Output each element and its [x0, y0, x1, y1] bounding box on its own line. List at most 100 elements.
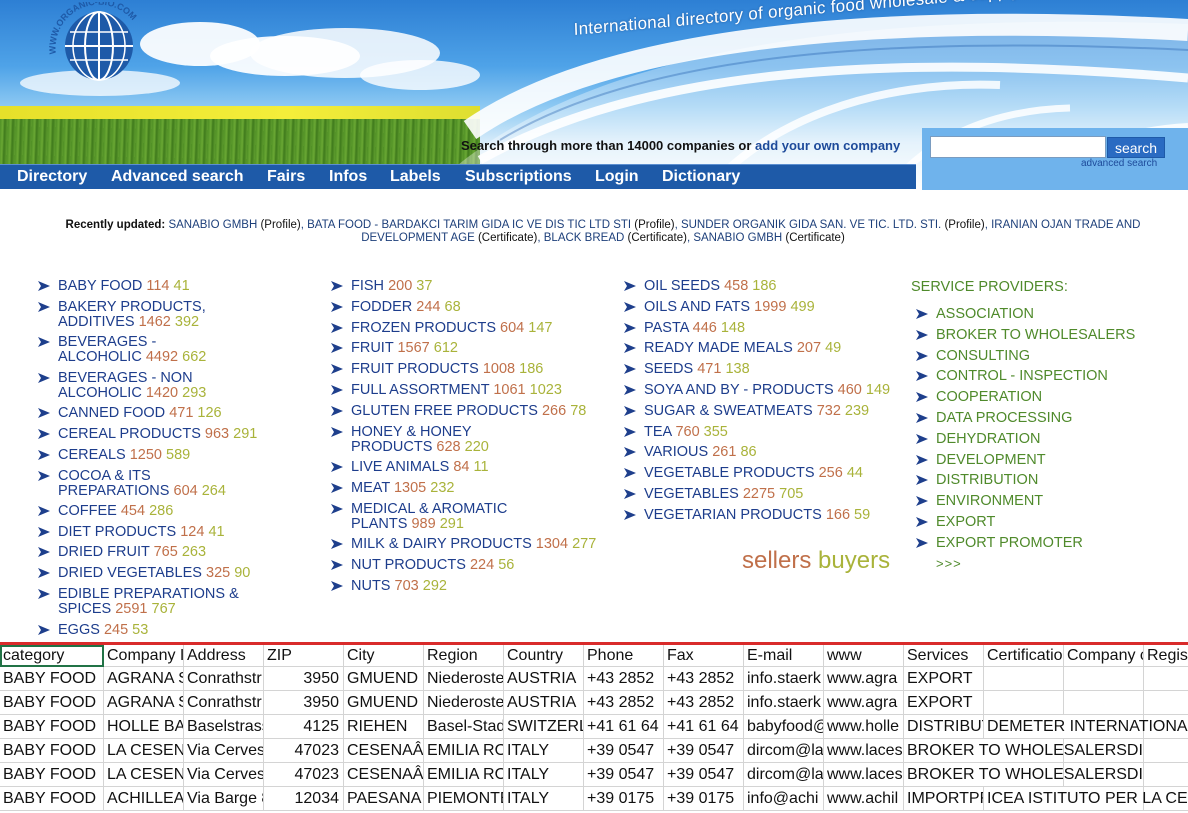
sheet-cell[interactable] [1064, 667, 1144, 691]
category-name[interactable]: FRUIT [351, 340, 393, 356]
sheet-cell[interactable]: BROKER TO WHOLESALERSDISTRIBUTI [904, 739, 1144, 763]
buyers-count[interactable]: 68 [445, 299, 461, 315]
buyers-count[interactable]: 49 [825, 340, 841, 356]
category-name[interactable]: CEREAL PRODUCTS [58, 426, 201, 442]
service-name[interactable]: CONTROL - INSPECTION [936, 368, 1108, 384]
sellers-count[interactable]: 124 [180, 524, 204, 540]
sheet-cell[interactable]: +43 2852 [584, 667, 664, 691]
sheet-cell[interactable]: +39 0175 [584, 787, 664, 811]
sellers-count[interactable]: 207 [797, 340, 821, 356]
sheet-cell[interactable]: ITALY [504, 787, 584, 811]
category-item[interactable]: BEVERAGES - ALCOHOLIC 4492 662 [38, 335, 206, 365]
category-item[interactable]: EDIBLE PREPARATIONS & SPICES 2591 767 [38, 587, 239, 617]
category-name[interactable]: BABY FOOD [58, 278, 142, 294]
category-name[interactable]: OILS AND FATS [644, 299, 750, 315]
recent-item[interactable]: SANABIO GMBH (Certificate) [693, 232, 844, 244]
sheet-cell[interactable]: +41 61 64 [664, 715, 744, 739]
category-item[interactable]: DRIED VEGETABLES 325 90 [38, 565, 250, 581]
more-services-link[interactable]: >>> [936, 556, 962, 571]
recent-company-link[interactable]: BLACK BREAD [544, 232, 625, 244]
category-item[interactable]: MEAT 1305 232 [331, 480, 454, 496]
sheet-cell[interactable]: 47023 [264, 739, 344, 763]
category-name[interactable]: COFFEE [58, 503, 117, 519]
sheet-cell[interactable]: +43 2852 [584, 691, 664, 715]
category-item[interactable]: VEGETARIAN PRODUCTS 166 59 [624, 508, 870, 523]
sellers-count[interactable]: 2275 [743, 486, 775, 502]
category-item[interactable]: CEREAL PRODUCTS 963 291 [38, 426, 257, 442]
category-item[interactable]: FRUIT PRODUCTS 1008 186 [331, 361, 543, 377]
recent-item[interactable]: SANABIO GMBH (Profile) [168, 219, 300, 231]
category-item[interactable]: FRUIT 1567 612 [331, 340, 458, 356]
sellers-count[interactable]: 325 [206, 565, 230, 581]
sheet-cell[interactable]: AGRANA S [104, 691, 184, 715]
service-provider-item[interactable]: EXPORT PROMOTER [916, 536, 1083, 551]
sellers-count[interactable]: 1061 [493, 382, 525, 398]
sheet-cell[interactable]: DISTRIBUT [904, 715, 984, 739]
category-item[interactable]: NUT PRODUCTS 224 56 [331, 558, 514, 573]
sheet-cell[interactable]: Via Barge 8 [184, 787, 264, 811]
sheet-cell[interactable]: Via Cerves [184, 763, 264, 787]
sheet-cell[interactable]: PAESANA [344, 787, 424, 811]
category-item[interactable]: SOYA AND BY - PRODUCTS 460 149 [624, 382, 890, 398]
recent-company-link[interactable]: BATA FOOD - BARDAKCI TARIM GIDA IC VE DI… [307, 219, 631, 231]
category-item[interactable]: VEGETABLE PRODUCTS 256 44 [624, 466, 863, 481]
sheet-cell[interactable]: 47023 [264, 763, 344, 787]
recent-item[interactable]: BATA FOOD - BARDAKCI TARIM GIDA IC VE DI… [307, 219, 674, 231]
sheet-header-cell[interactable]: ZIP [264, 645, 344, 667]
sheet-cell[interactable]: ITALY [504, 763, 584, 787]
sellers-count[interactable]: 454 [121, 503, 145, 519]
sheet-cell[interactable]: +39 0547 [664, 739, 744, 763]
sheet-cell[interactable]: AUSTRIA [504, 667, 584, 691]
sellers-count[interactable]: 1304 [536, 536, 568, 552]
sheet-cell[interactable]: RIEHEN [344, 715, 424, 739]
category-item[interactable]: MILK & DAIRY PRODUCTS 1304 277 [331, 536, 596, 552]
service-provider-item[interactable]: EXPORT [916, 514, 995, 530]
service-provider-item[interactable]: DATA PROCESSING [916, 411, 1072, 426]
sheet-header-cell[interactable]: E-mail [744, 645, 824, 667]
category-name[interactable]: FODDER [351, 299, 412, 315]
category-name[interactable]: SEEDS [644, 361, 693, 377]
category-item[interactable]: GLUTEN FREE PRODUCTS 266 78 [331, 403, 586, 419]
sellers-count[interactable]: 604 [500, 320, 524, 336]
sheet-cell[interactable]: www.laces [824, 763, 904, 787]
sheet-header-cell[interactable]: Phone [584, 645, 664, 667]
category-name[interactable]: SOYA AND BY - PRODUCTS [644, 382, 834, 398]
buyers-count[interactable]: 392 [175, 314, 199, 330]
sheet-cell[interactable]: EXPORT [904, 691, 984, 715]
category-name[interactable]: FRUIT PRODUCTS [351, 361, 479, 377]
sheet-cell[interactable]: dircom@la [744, 763, 824, 787]
category-name[interactable]: MILK & DAIRY PRODUCTS [351, 536, 532, 552]
category-name-continued[interactable]: ALCOHOLIC [58, 385, 142, 401]
category-name-continued[interactable]: PLANTS [351, 516, 407, 532]
category-item[interactable]: DRIED FRUIT 765 263 [38, 545, 206, 560]
sellers-count[interactable]: 244 [416, 299, 440, 315]
sheet-cell[interactable]: www.laces [824, 739, 904, 763]
service-provider-item[interactable]: DISTRIBUTION [916, 473, 1038, 488]
category-item[interactable]: VARIOUS 261 86 [624, 444, 757, 460]
advanced-search-link[interactable]: advanced search [1081, 158, 1157, 169]
sheet-cell[interactable]: Via Cerves [184, 739, 264, 763]
sellers-count[interactable]: 471 [697, 361, 721, 377]
sheet-cell[interactable]: ITALY [504, 739, 584, 763]
buyers-count[interactable]: 86 [740, 444, 756, 460]
category-item[interactable]: BEVERAGES - NON ALCOHOLIC 1420 293 [38, 371, 206, 401]
sellers-count[interactable]: 4492 [146, 349, 178, 365]
category-item[interactable]: COFFEE 454 286 [38, 503, 173, 519]
buyers-count[interactable]: 78 [570, 403, 586, 419]
service-name[interactable]: EXPORT [936, 514, 995, 530]
sheet-cell[interactable]: GMUEND [344, 691, 424, 715]
buyers-count[interactable]: 41 [174, 278, 190, 294]
sheet-cell[interactable]: BABY FOOD [0, 787, 104, 811]
sheet-cell[interactable]: BABY FOOD [0, 715, 104, 739]
sellers-count[interactable]: 2591 [115, 601, 147, 617]
category-item[interactable]: OILS AND FATS 1999 499 [624, 299, 815, 315]
category-name[interactable]: READY MADE MEALS [644, 340, 793, 356]
buyers-count[interactable]: 147 [528, 320, 552, 336]
buyers-count[interactable]: 291 [233, 426, 257, 442]
category-item[interactable]: MEDICAL & AROMATIC PLANTS 989 291 [331, 502, 507, 532]
category-item[interactable]: CEREALS 1250 589 [38, 448, 190, 463]
nav-fairs[interactable]: Fairs [267, 168, 305, 186]
sheet-cell[interactable]: CESENAÂ [344, 763, 424, 787]
buyers-count[interactable]: 286 [149, 503, 173, 519]
buyers-count[interactable]: 232 [430, 480, 454, 496]
